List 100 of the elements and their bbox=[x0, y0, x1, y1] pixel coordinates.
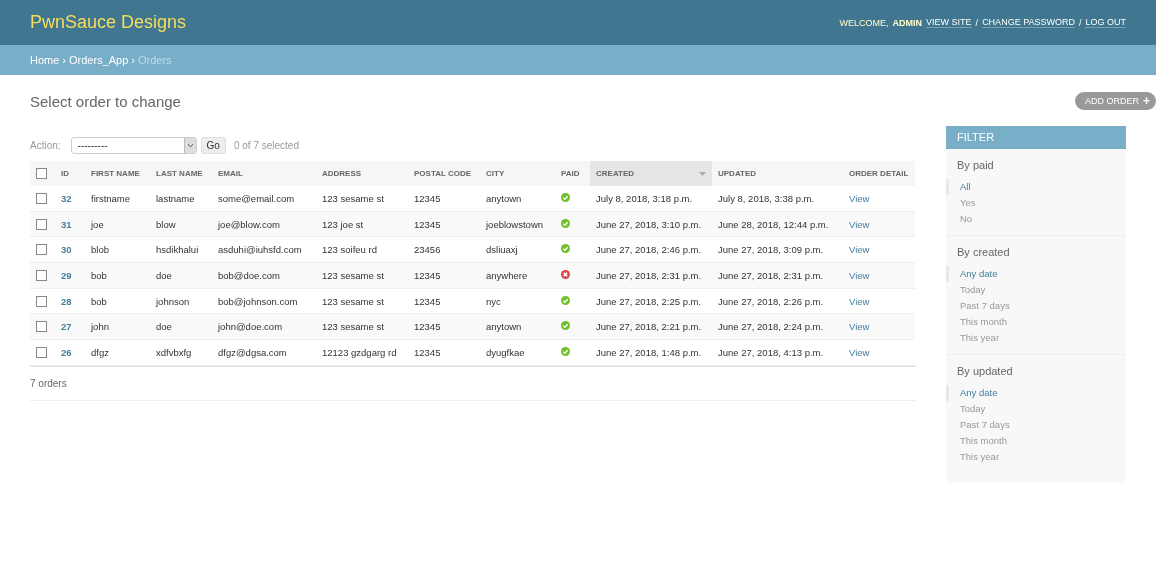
table-cell: June 28, 2018, 12:44 p.m. bbox=[718, 218, 829, 230]
id-link[interactable]: 29 bbox=[61, 269, 72, 281]
separator: / bbox=[975, 17, 979, 28]
column-header[interactable]: FIRST NAME bbox=[85, 161, 150, 186]
column-header[interactable]: ORDER DETAIL bbox=[843, 161, 915, 186]
table-cell: hsdikhalui bbox=[156, 244, 199, 256]
filter-option[interactable]: This month bbox=[946, 314, 1126, 330]
page-title: Select order to change bbox=[30, 92, 181, 110]
filter-option[interactable]: Yes bbox=[946, 195, 1126, 211]
table-cell: 12345 bbox=[414, 269, 441, 281]
table-cell: anywhere bbox=[486, 269, 528, 281]
row-checkbox[interactable] bbox=[36, 244, 47, 256]
filter-option[interactable]: This year bbox=[946, 449, 1126, 465]
breadcrumb-link[interactable]: Home bbox=[30, 54, 60, 66]
table-cell: 12345 bbox=[414, 346, 441, 358]
view-link[interactable]: View bbox=[849, 218, 870, 230]
table-cell: 123 soifeu rd bbox=[322, 244, 377, 256]
filter-option[interactable]: This month bbox=[946, 433, 1126, 449]
add-order-button[interactable]: ADD ORDER + bbox=[1074, 92, 1156, 110]
selection-counter: 0 of 7 selected bbox=[233, 139, 299, 151]
table-cell: bob@johnson.com bbox=[218, 295, 298, 307]
filter-option[interactable]: Any date bbox=[946, 385, 1126, 401]
table-cell: johnson bbox=[156, 295, 190, 307]
table-cell: dfgz bbox=[91, 346, 109, 358]
breadcrumb-link[interactable]: Orders_App bbox=[69, 54, 129, 66]
filter-option[interactable]: All bbox=[946, 179, 1126, 195]
table-cell: June 27, 2018, 2:26 p.m. bbox=[718, 295, 824, 307]
view-link[interactable]: View bbox=[849, 346, 870, 358]
table-cell: xdfvbxfg bbox=[156, 346, 192, 358]
id-link[interactable]: 26 bbox=[61, 346, 72, 358]
go-button[interactable]: Go bbox=[200, 136, 226, 154]
header-link[interactable]: LOG OUT bbox=[1085, 17, 1126, 28]
id-link[interactable]: 32 bbox=[61, 192, 72, 204]
filter-group-title: By paid bbox=[957, 159, 994, 171]
filter-group-title: By created bbox=[957, 246, 1010, 258]
filter-option[interactable]: Today bbox=[946, 401, 1126, 417]
table-cell: 123 sesame st bbox=[322, 269, 384, 281]
row-checkbox[interactable] bbox=[36, 346, 47, 358]
filter-option[interactable]: Past 7 days bbox=[946, 417, 1126, 433]
table-cell: June 27, 2018, 3:09 p.m. bbox=[718, 244, 824, 256]
action-label: Action: bbox=[30, 139, 61, 151]
column-header[interactable]: LAST NAME bbox=[150, 161, 212, 186]
view-link[interactable]: View bbox=[849, 321, 870, 333]
table-cell: June 27, 2018, 2:24 p.m. bbox=[718, 321, 824, 333]
filter-group-title: By updated bbox=[957, 365, 1013, 377]
id-link[interactable]: 28 bbox=[61, 295, 72, 307]
column-header[interactable]: EMAIL bbox=[212, 161, 316, 186]
welcome-text: WELCOME, bbox=[839, 17, 889, 28]
filter-option[interactable]: This year bbox=[946, 330, 1126, 346]
table-cell: June 27, 2018, 2:21 p.m. bbox=[596, 321, 702, 333]
table-cell: john bbox=[91, 321, 109, 333]
id-link[interactable]: 27 bbox=[61, 321, 72, 333]
filter-option[interactable]: Any date bbox=[946, 266, 1126, 282]
column-header[interactable]: CREATED bbox=[590, 161, 712, 186]
table-cell: July 8, 2018, 3:18 p.m. bbox=[596, 192, 693, 204]
row-checkbox[interactable] bbox=[36, 321, 47, 333]
filter-option[interactable]: Past 7 days bbox=[946, 298, 1126, 314]
table-cell: 12345 bbox=[414, 192, 441, 204]
table-cell: June 27, 2018, 3:10 p.m. bbox=[596, 218, 702, 230]
header-link[interactable]: VIEW SITE bbox=[926, 17, 972, 28]
id-link[interactable]: 30 bbox=[61, 244, 72, 256]
sort-icon[interactable] bbox=[699, 171, 706, 176]
site-brand[interactable]: PwnSauce Designs bbox=[30, 12, 187, 33]
table-cell: dfgz@dgsa.com bbox=[218, 346, 287, 358]
table-cell: some@email.com bbox=[218, 192, 295, 204]
header-link[interactable]: CHANGE PASSWORD bbox=[982, 17, 1075, 28]
table-cell: 12345 bbox=[414, 321, 441, 333]
table-cell: joe bbox=[91, 218, 104, 230]
caret-icon[interactable] bbox=[183, 137, 196, 153]
filter-option[interactable]: No bbox=[946, 211, 1126, 227]
row-checkbox[interactable] bbox=[36, 295, 47, 307]
table-cell: anytown bbox=[486, 192, 522, 204]
row-checkbox[interactable] bbox=[36, 192, 47, 204]
table-cell: john@doe.com bbox=[218, 321, 283, 333]
select-all-checkbox[interactable] bbox=[36, 168, 47, 179]
result-count: 7 orders bbox=[30, 377, 67, 389]
view-link[interactable]: View bbox=[849, 269, 870, 281]
view-link[interactable]: View bbox=[849, 244, 870, 256]
column-header[interactable]: UPDATED bbox=[712, 161, 843, 186]
action-select[interactable]: --------- bbox=[70, 136, 197, 154]
filter-option[interactable]: Today bbox=[946, 282, 1126, 298]
column-header[interactable]: ID bbox=[55, 161, 85, 186]
table-cell: June 27, 2018, 2:31 p.m. bbox=[718, 269, 824, 281]
table-cell: anytown bbox=[486, 321, 522, 333]
column-header[interactable]: POSTAL CODE bbox=[408, 161, 480, 186]
separator: / bbox=[1078, 17, 1082, 28]
breadcrumb-separator: › bbox=[131, 54, 135, 66]
table-cell: bob bbox=[91, 295, 107, 307]
column-header[interactable]: PAID bbox=[555, 161, 590, 186]
table-cell: 23456 bbox=[414, 244, 441, 256]
column-header[interactable]: ADDRESS bbox=[316, 161, 408, 186]
breadcrumb-separator: › bbox=[62, 54, 66, 66]
row-checkbox[interactable] bbox=[36, 269, 47, 281]
view-link[interactable]: View bbox=[849, 295, 870, 307]
id-link[interactable]: 31 bbox=[61, 218, 72, 230]
view-link[interactable]: View bbox=[849, 192, 870, 204]
table-cell: 123 sesame st bbox=[322, 192, 384, 204]
column-header[interactable]: CITY bbox=[480, 161, 555, 186]
row-checkbox[interactable] bbox=[36, 218, 47, 230]
table-cell: June 27, 2018, 2:25 p.m. bbox=[596, 295, 702, 307]
